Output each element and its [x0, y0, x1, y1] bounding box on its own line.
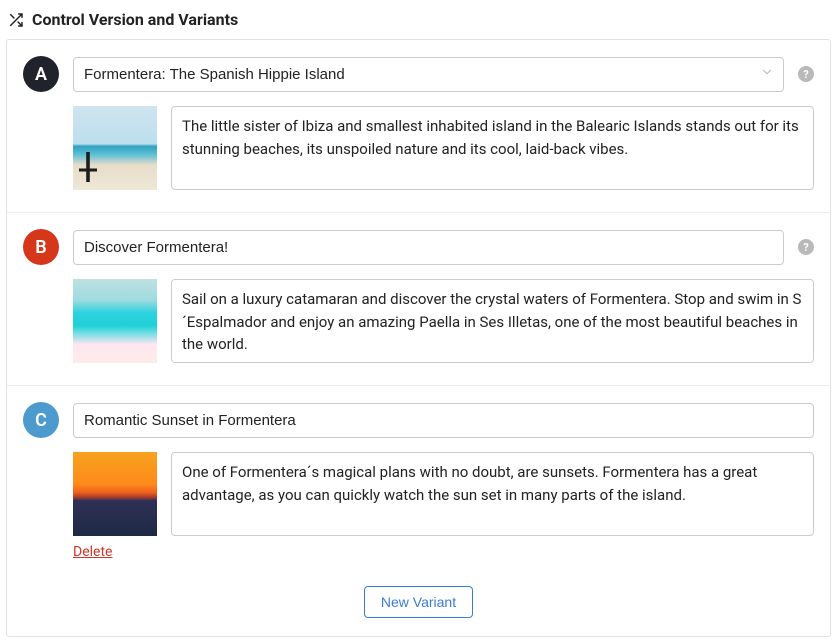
variant-badge: C: [23, 402, 59, 438]
variant-body-row: Delete: [73, 452, 814, 560]
variant-thumb-column: [73, 106, 157, 190]
variant-description-textarea[interactable]: [171, 452, 814, 536]
variant-title-wrap: [73, 230, 784, 265]
variant-card: A?: [7, 40, 830, 208]
variant-title-input[interactable]: [73, 403, 814, 438]
section-header: Control Version and Variants: [6, 6, 831, 39]
help-icon[interactable]: ?: [798, 66, 814, 82]
delete-link[interactable]: Delete: [73, 544, 112, 560]
variant-title-wrap: [73, 403, 814, 438]
variant-description-textarea[interactable]: [171, 279, 814, 363]
variant-body-row: [73, 279, 814, 363]
variant-thumb-column: Delete: [73, 452, 157, 560]
variant-title-input[interactable]: [73, 57, 784, 92]
variant-thumbnail[interactable]: [73, 452, 157, 536]
variant-title-input[interactable]: [73, 230, 784, 265]
variant-thumb-column: [73, 279, 157, 363]
variant-thumbnail[interactable]: [73, 279, 157, 363]
shuffle-icon: [8, 12, 24, 28]
variant-card: C Delete: [7, 385, 830, 578]
variant-description-textarea[interactable]: [171, 106, 814, 190]
variants-panel: A?B?CDelete New Variant: [6, 39, 831, 637]
variant-card: B?: [7, 212, 830, 381]
variant-header-row: B?: [23, 229, 814, 265]
variant-title-wrap: [73, 57, 784, 92]
variant-badge: A: [23, 56, 59, 92]
variant-thumbnail[interactable]: [73, 106, 157, 190]
variant-badge: B: [23, 229, 59, 265]
section-title: Control Version and Variants: [32, 10, 238, 29]
panel-footer: New Variant: [7, 578, 830, 636]
new-variant-button[interactable]: New Variant: [364, 586, 473, 618]
variant-body-row: [73, 106, 814, 190]
variant-header-row: C: [23, 402, 814, 438]
help-icon[interactable]: ?: [798, 239, 814, 255]
variant-header-row: A?: [23, 56, 814, 92]
